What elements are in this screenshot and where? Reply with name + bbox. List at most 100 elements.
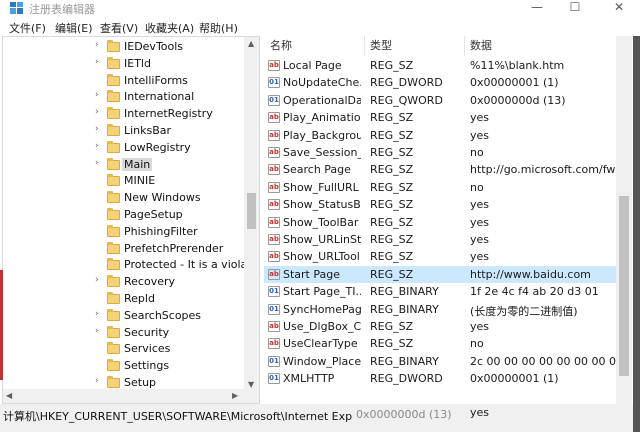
value-row[interactable]: 01 XMLHTTP REG_DWORD 0x00000001 (1) [264,370,632,387]
tree-item[interactable]: PhishingFilter [3,224,243,241]
value-data: yes [470,128,490,142]
tree-item[interactable]: › IETld [3,56,243,73]
values-scroll-thumb[interactable] [619,196,629,376]
value-row[interactable]: abSave_Session_... REG_SZ no [264,144,632,161]
chevron-right-icon[interactable]: › [95,124,103,134]
tree-item-label: IEDevTools [124,40,184,53]
tree-item[interactable]: Protected - It is a violatio [3,257,259,274]
value-row[interactable]: ab Search Page REG_SZ http://go.microsoft.c… [264,161,632,178]
chevron-right-icon[interactable]: › [95,376,103,386]
menu-favorites[interactable]: 收藏夹(A) [145,20,194,36]
folder-icon [107,241,120,254]
value-row[interactable]: ab Show_ToolBar REG_SZ yes [264,214,632,231]
tree-item[interactable]: Settings [3,358,243,375]
value-row[interactable]: 01 Start Page_TI... REG_BINARY 1f 2e 4c f4 … [264,283,632,300]
column-divider[interactable] [464,36,465,56]
string-value-icon: ab [268,234,280,245]
chevron-right-icon[interactable]: › [95,40,103,50]
scroll-right-icon[interactable]: ▶ [232,391,238,400]
tree-item-label: PrefetchPrerender [124,241,224,255]
value-row[interactable]: ab Show_FullURL REG_SZ no [264,179,632,196]
value-row[interactable]: abShow_StatusBar REG_SZ yes [264,196,632,213]
value-name: Start Page [283,267,340,281]
current-key-path: 计算机\HKEY_CURRENT_USER\SOFTWARE\Microsoft… [3,410,353,423]
tree-item[interactable]: PrefetchPrerender [3,241,243,258]
tree-item[interactable]: › Main [3,157,243,174]
binary-value-icon: 01 [268,373,280,385]
chevron-right-icon[interactable]: › [95,141,103,151]
value-name: Show_URLTool... [283,250,361,264]
tree-vertical-scrollbar[interactable]: ▲ ▼ [244,37,259,403]
scroll-up-icon[interactable]: ▲ [248,39,254,48]
column-header-data[interactable]: 数据 [470,36,492,56]
binary-value-icon: 01 [268,303,280,315]
tree-item-label: MINIE [124,174,156,188]
chevron-right-icon[interactable]: › [95,158,103,168]
tree-item[interactable]: › InternetRegistry [3,106,243,123]
folder-icon [107,292,120,304]
value-type: REG_QWORD [370,93,443,107]
tree-item[interactable]: PageSetup [3,207,243,224]
tree-item-label: PhishingFilter [124,224,198,238]
value-name: Play_Animations [283,111,361,125]
tree-item[interactable]: Repld [3,291,243,308]
value-data: 0x00000001 (1) [470,76,559,90]
value-row[interactable]: 01Window_Place... REG_BINARY 2c 00 00 00 0… [264,353,632,370]
scroll-down-icon[interactable]: ▼ [248,380,254,389]
value-data: yes [470,250,490,264]
tree-item[interactable]: › LowRegistry [3,140,243,157]
tree-item[interactable]: › International [3,89,243,106]
value-row[interactable]: abPlay_Backgrou... REG_SZ yes [264,127,632,144]
tree-item[interactable]: › IEDevTools [3,39,243,56]
folder-icon [107,359,120,372]
tree-item[interactable]: › LinksBar [3,123,243,140]
menu-view[interactable]: 查看(V) [100,20,138,36]
column-divider[interactable] [364,36,365,56]
menu-edit[interactable]: 编辑(E) [55,20,93,36]
scroll-left-icon[interactable]: ◀ [6,391,12,400]
tree-item[interactable]: New Windows [3,190,243,207]
value-data: 0x00000001 (1) [470,372,559,386]
chevron-right-icon[interactable]: › [95,90,103,100]
value-row[interactable]: 01NoUpdateChe... REG_DWORD 0x00000001 (1) [264,74,632,91]
value-data: 0x0000000d (13) [470,93,566,107]
value-type: REG_SZ [370,163,414,177]
folder-icon [107,73,120,86]
column-header-type[interactable]: 类型 [370,36,392,56]
value-row[interactable]: abShow_URLinSt... REG_SZ yes [264,231,632,248]
tree-item[interactable]: › Security [3,325,243,342]
value-name: OperationalDa... [283,93,361,107]
key-tree[interactable]: › IEDevTools › IETld IntelliForms › Internatio… [2,36,260,404]
minimize-button[interactable]: — [518,0,556,17]
menu-help[interactable]: 帮助(H) [199,20,238,36]
values-list[interactable]: 名称 类型 数据 ab Local Page REG_SZ %11%\blank.ht… [264,36,632,404]
tree-item[interactable]: Services [3,341,243,358]
value-row[interactable]: abPlay_Animations REG_SZ yes [264,109,632,126]
folder-icon [107,308,120,321]
chevron-right-icon[interactable]: › [95,275,103,285]
maximize-button[interactable]: ☐ [556,0,594,17]
chevron-right-icon[interactable]: › [95,57,103,67]
value-row[interactable]: 01 SyncHomePage REG_BINARY (长度为零的二进制值) [264,301,632,318]
close-button[interactable]: ✕ [600,0,638,17]
value-row[interactable]: ab UseClearType REG_SZ no [264,335,632,352]
tree-item[interactable]: › Recovery [3,274,243,291]
value-data: yes [470,215,490,229]
tree-horizontal-scrollbar[interactable]: ◀ ▶ [3,389,244,403]
chevron-right-icon[interactable]: › [95,326,103,336]
value-row[interactable]: 01OperationalDa... REG_QWORD 0x0000000d (1… [264,92,632,109]
tree-item[interactable]: MINIE [3,173,243,190]
chevron-right-icon[interactable]: › [95,107,103,117]
value-row[interactable]: ab Start Page REG_SZ http://www.baidu.com [264,265,632,284]
values-vertical-scrollbar[interactable] [616,36,632,404]
tree-item[interactable]: › SearchScopes [3,308,243,325]
column-header-name[interactable]: 名称 [270,36,292,56]
tree-scroll-thumb[interactable] [247,193,256,229]
chevron-right-icon[interactable]: › [95,309,103,319]
tree-item[interactable]: IntelliForms [3,73,243,90]
value-row[interactable]: abShow_URLTool... REG_SZ yes [264,248,632,265]
value-row[interactable]: ab Local Page REG_SZ %11%\blank.htm [264,57,632,74]
tree-item-label: SearchScopes [124,308,202,322]
value-row[interactable]: abUse_DlgBox_C... REG_SZ yes [264,318,632,335]
menu-file[interactable]: 文件(F) [9,20,46,36]
